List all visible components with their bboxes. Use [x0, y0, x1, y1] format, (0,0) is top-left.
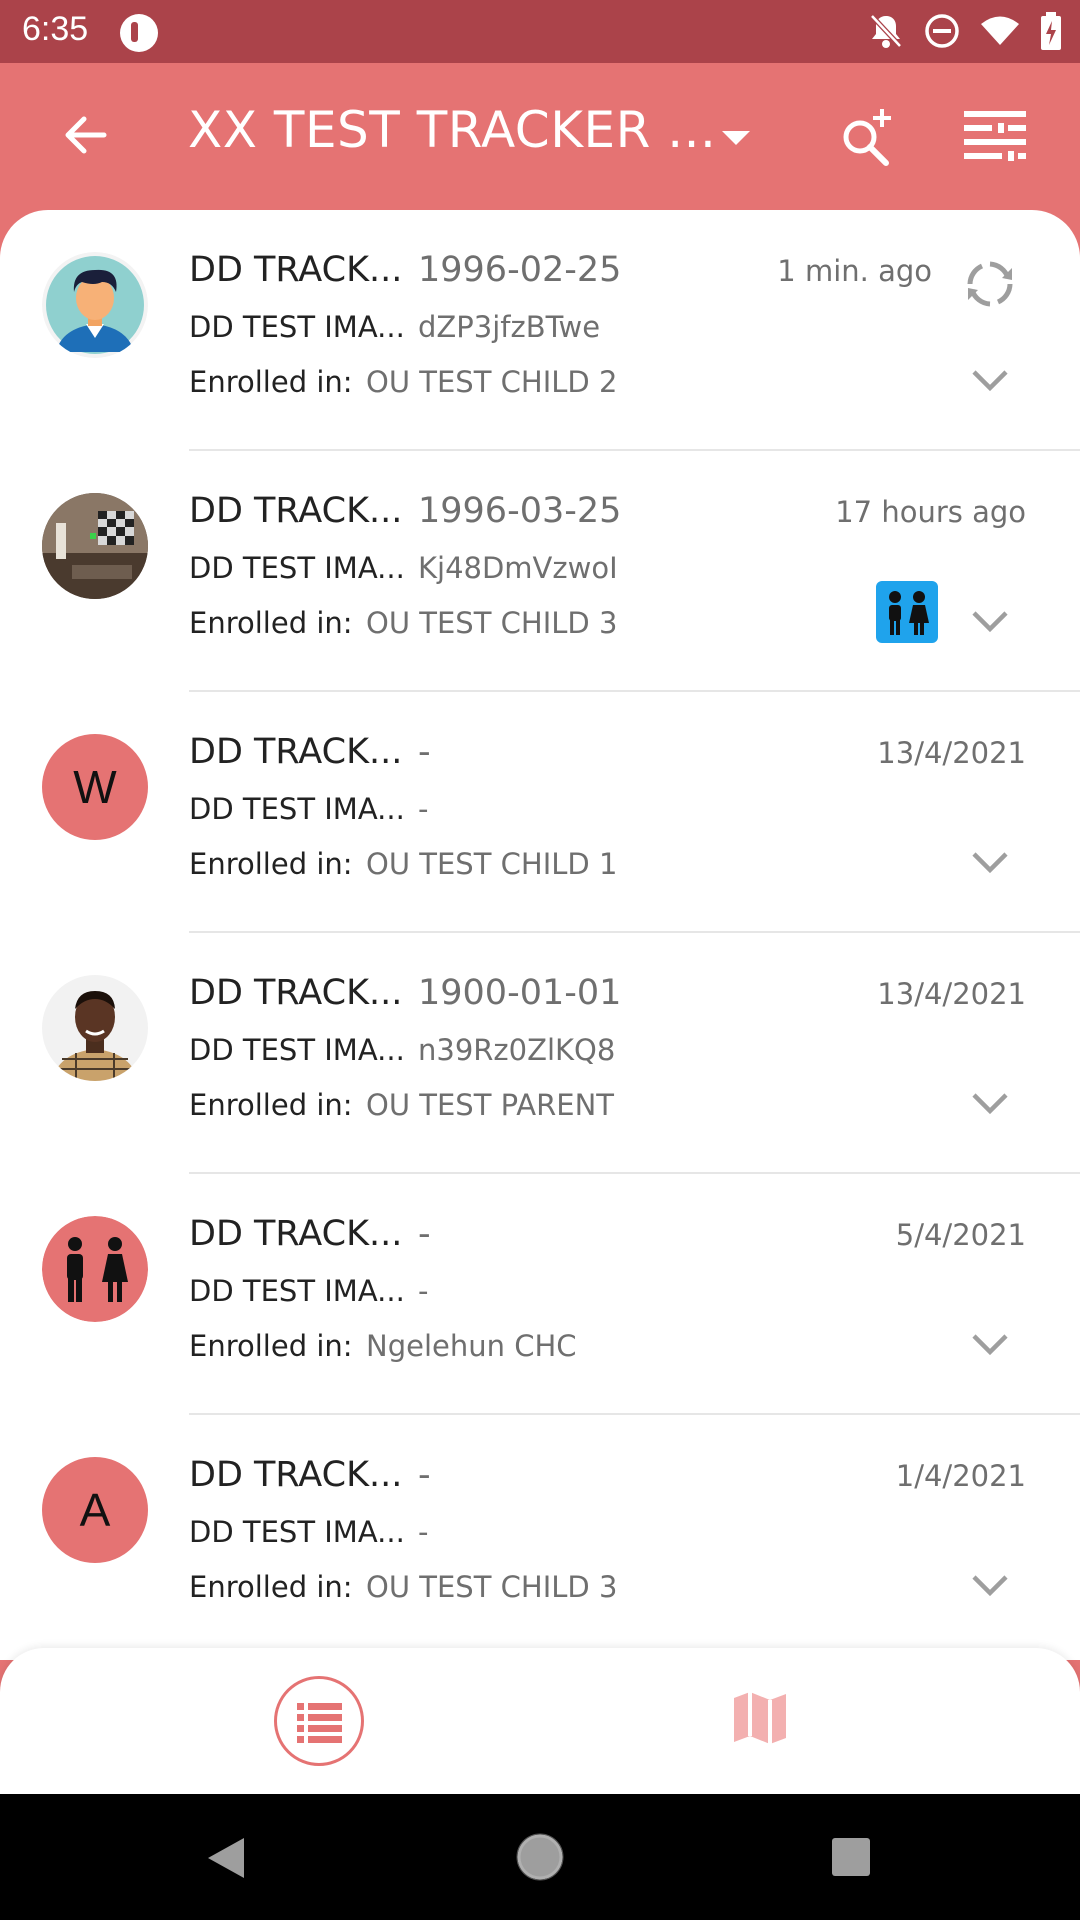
- enrolled-in-value: OU TEST CHILD 2: [366, 365, 618, 399]
- tei-attribute-1: 1996-02-25: [418, 250, 622, 290]
- tei-attribute-2-label: DD TEST IMA...: [189, 310, 405, 344]
- list-item[interactable]: DD TRACK... 1996-03-25 DD TEST IMA... Kj…: [0, 451, 1080, 692]
- enrolled-in-value: OU TEST PARENT: [366, 1088, 615, 1122]
- chevron-down-icon[interactable]: [968, 607, 1012, 637]
- wifi-icon: [981, 16, 1019, 45]
- list-item[interactable]: A DD TRACK... - DD TEST IMA... - Enrolle…: [0, 1415, 1080, 1656]
- list-view-icon[interactable]: [274, 1676, 364, 1766]
- enrolled-in-label: Enrolled in:: [189, 1329, 353, 1363]
- home-circle-icon[interactable]: [515, 1832, 565, 1882]
- tei-name: DD TRACK...: [189, 1455, 403, 1495]
- status-time: 6:35: [22, 10, 89, 48]
- last-updated: 1 min. ago: [777, 254, 932, 288]
- tei-name: DD TRACK...: [189, 732, 403, 772]
- person-photo: [42, 975, 148, 1081]
- list-item[interactable]: DD TRACK... - DD TEST IMA... - Enrolled …: [0, 1174, 1080, 1415]
- list-item[interactable]: DD TRACK... 1996-02-25 DD TEST IMA... dZ…: [0, 210, 1080, 451]
- last-updated: 1/4/2021: [895, 1459, 1026, 1493]
- tei-attribute-1: -: [418, 732, 431, 772]
- enrolled-in-label: Enrolled in:: [189, 1088, 353, 1122]
- tei-attribute-2-value: dZP3jfzBTwe: [418, 310, 601, 344]
- tei-attribute-2-value: -: [418, 1515, 429, 1549]
- status-bar: 6:35: [0, 0, 1080, 63]
- back-triangle-icon[interactable]: [204, 1834, 248, 1882]
- enrolled-in-label: Enrolled in:: [189, 1570, 353, 1604]
- tei-attribute-1: 1900-01-01: [418, 973, 622, 1013]
- list-item[interactable]: W DD TRACK... - DD TEST IMA... - Enrolle…: [0, 692, 1080, 933]
- recents-square-icon[interactable]: [830, 1836, 872, 1878]
- back-arrow-icon[interactable]: [58, 107, 114, 163]
- app-notification-icon: [120, 14, 158, 52]
- enrolled-in-value: OU TEST CHILD 3: [366, 1570, 618, 1604]
- tei-name: DD TRACK...: [189, 973, 403, 1013]
- dropdown-arrow-icon[interactable]: [718, 119, 754, 155]
- tei-attribute-2-label: DD TEST IMA...: [189, 551, 405, 585]
- tei-attribute-2-label: DD TEST IMA...: [189, 1274, 405, 1308]
- tei-name: DD TRACK...: [189, 1214, 403, 1254]
- people-icon: [42, 1216, 148, 1322]
- toolbar: XX TEST TRACKER ...: [0, 63, 1080, 210]
- room-photo: [42, 493, 148, 599]
- tei-name: DD TRACK...: [189, 250, 403, 290]
- enrolled-in-value: OU TEST CHILD 3: [366, 606, 618, 640]
- tei-attribute-1: -: [418, 1214, 431, 1254]
- status-icons: [868, 12, 1062, 50]
- enrolled-in-label: Enrolled in:: [189, 365, 353, 399]
- chevron-down-icon[interactable]: [968, 1330, 1012, 1360]
- tei-attribute-2-value: -: [418, 792, 429, 826]
- enrolled-in-label: Enrolled in:: [189, 847, 353, 881]
- tei-attribute-2-value: n39Rz0ZlKQ8: [418, 1033, 616, 1067]
- do-not-disturb-icon: [925, 14, 959, 48]
- last-updated: 5/4/2021: [895, 1218, 1026, 1252]
- tei-attribute-2-label: DD TEST IMA...: [189, 792, 405, 826]
- tei-attribute-2-value: Kj48DmVzwoI: [418, 551, 618, 585]
- chevron-down-icon[interactable]: [968, 848, 1012, 878]
- search-add-icon[interactable]: [836, 103, 902, 169]
- last-updated: 13/4/2021: [877, 736, 1026, 770]
- tei-list: DD TRACK... 1996-02-25 DD TEST IMA... dZ…: [0, 210, 1080, 1660]
- last-updated: 13/4/2021: [877, 977, 1026, 1011]
- avatar-letter: W: [42, 734, 148, 840]
- tei-attribute-2-label: DD TEST IMA...: [189, 1033, 405, 1067]
- enrolled-in-label: Enrolled in:: [189, 606, 353, 640]
- cartoon-avatar: [42, 252, 148, 358]
- chevron-down-icon[interactable]: [968, 1089, 1012, 1119]
- bottom-navigation: [0, 1648, 1080, 1794]
- enrolled-in-value: Ngelehun CHC: [366, 1329, 577, 1363]
- filter-icon[interactable]: [962, 107, 1028, 167]
- chevron-down-icon[interactable]: [968, 1571, 1012, 1601]
- tei-attribute-2-value: -: [418, 1274, 429, 1308]
- notifications-off-icon: [870, 14, 902, 48]
- tei-attribute-1: 1996-03-25: [418, 491, 622, 531]
- avatar-letter: A: [42, 1457, 148, 1563]
- last-updated: 17 hours ago: [835, 495, 1026, 529]
- sync-icon[interactable]: [962, 256, 1018, 312]
- map-view-icon[interactable]: [730, 1688, 790, 1748]
- tei-attribute-2-label: DD TEST IMA...: [189, 1515, 405, 1549]
- program-title[interactable]: XX TEST TRACKER ...: [188, 101, 716, 159]
- tei-name: DD TRACK...: [189, 491, 403, 531]
- chevron-down-icon[interactable]: [968, 366, 1012, 396]
- tei-attribute-1: -: [418, 1455, 431, 1495]
- battery-charging-icon: [1041, 12, 1061, 50]
- system-navigation: [0, 1794, 1080, 1920]
- list-item[interactable]: DD TRACK... 1900-01-01 DD TEST IMA... n3…: [0, 933, 1080, 1174]
- enrolled-in-value: OU TEST CHILD 1: [366, 847, 618, 881]
- children-icon: [876, 581, 938, 643]
